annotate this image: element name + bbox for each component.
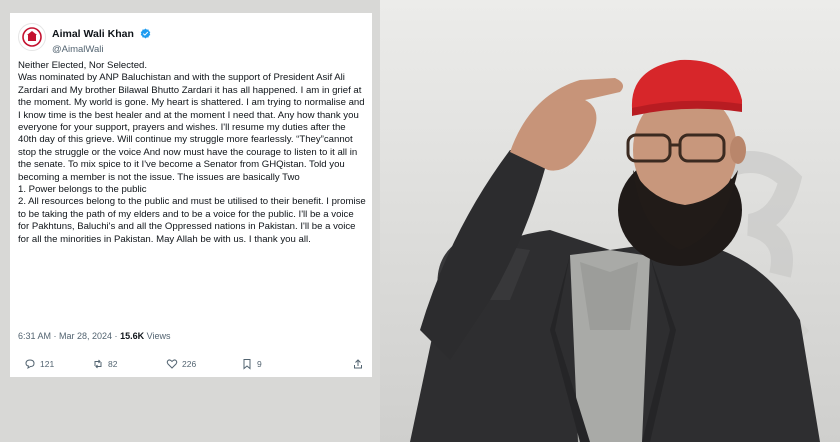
author-handle[interactable]: @AimalWali [52, 44, 151, 55]
tweet-card: Aimal Wali Khan @AimalWali Neither Elect… [10, 13, 372, 377]
avatar[interactable] [18, 23, 46, 51]
repost-count: 82 [108, 359, 118, 369]
saluting-man-photo [410, 59, 820, 442]
reply-count: 121 [40, 359, 55, 369]
reply-button[interactable]: 121 [24, 358, 54, 370]
views-label: Views [146, 331, 171, 341]
tweet-actions: 121 82 226 9 [18, 358, 364, 372]
verified-badge-icon [141, 28, 151, 39]
tweet-line-3: 1. Power belongs to the public [18, 184, 147, 196]
repost-button[interactable]: 82 [92, 358, 117, 370]
tweet-line-2: Was nominated by ANP Baluchistan and wit… [18, 72, 368, 183]
like-button[interactable]: 226 [166, 358, 196, 370]
tweet-line-1: Neither Elected, Nor Selected. [18, 60, 148, 71]
bookmark-button[interactable]: 9 [241, 358, 262, 370]
share-icon [354, 359, 362, 369]
party-logo-icon [22, 27, 42, 47]
tweet-text: Neither Elected, Nor Selected. Was nomin… [18, 60, 366, 246]
author-info: Aimal Wali Khan @AimalWali [52, 24, 151, 55]
tweet-line-4: 2. All resources belong to the public an… [18, 196, 369, 245]
like-icon [166, 359, 178, 369]
repost-icon [94, 359, 102, 369]
bookmark-icon [243, 359, 251, 370]
tweet-meta: 6:31 AM · Mar 28, 2024 · 15.6K Views [18, 331, 170, 341]
bookmark-count: 9 [257, 359, 262, 369]
like-count: 226 [182, 359, 197, 369]
views-count: 15.6K [120, 331, 145, 341]
photo-panel [380, 0, 840, 442]
reply-icon [25, 359, 35, 370]
author-name[interactable]: Aimal Wali Khan [52, 28, 134, 40]
tweet-timestamp[interactable]: 6:31 AM · Mar 28, 2024 · [18, 331, 118, 341]
share-button[interactable] [352, 358, 364, 370]
